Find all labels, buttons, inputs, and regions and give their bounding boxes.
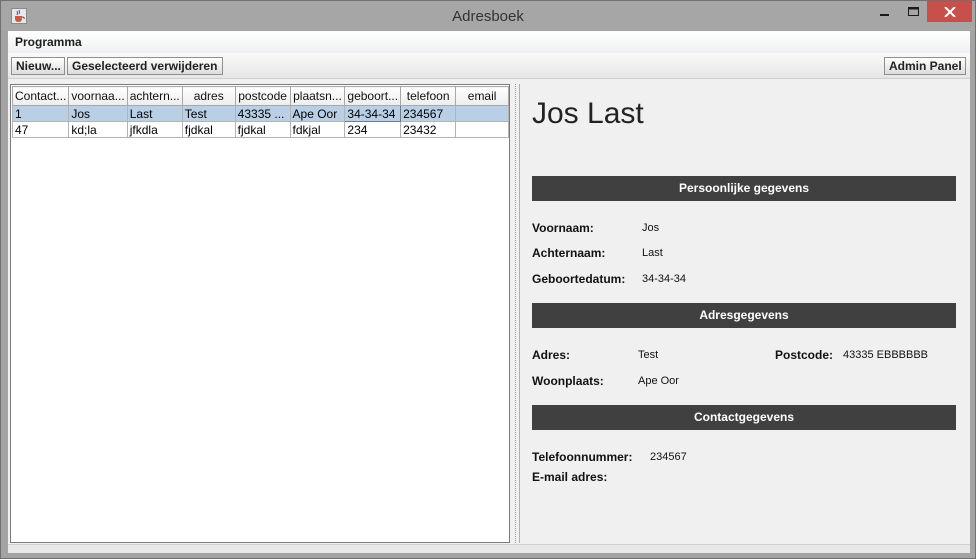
- table-cell[interactable]: jfkdla: [126, 121, 183, 138]
- table-cell[interactable]: 1: [11, 105, 70, 122]
- minimize-button[interactable]: [871, 1, 899, 22]
- phone-label: Telefoonnummer:: [532, 450, 633, 464]
- table-cell[interactable]: 23432: [400, 121, 457, 138]
- table-cell[interactable]: fjdkal: [234, 121, 291, 138]
- contacts-table[interactable]: Contact... voornaa... achtern... adres p…: [11, 86, 509, 138]
- app-window: Adresboek Programma Nieuw... Geselecteer…: [0, 0, 976, 559]
- bottom-scroll-track[interactable]: [8, 544, 970, 553]
- email-label: E-mail adres:: [532, 470, 608, 484]
- table-cell[interactable]: Jos: [68, 105, 128, 122]
- minimize-icon: [880, 13, 889, 16]
- table-cell[interactable]: 34-34-34: [344, 105, 402, 122]
- table-cell[interactable]: 234567: [400, 105, 457, 122]
- table-row[interactable]: 47 kd;la jfkdla fjdkal fjdkal fdkjal 234…: [11, 121, 509, 138]
- last-name-label: Achternaam:: [532, 246, 606, 260]
- table-cell[interactable]: 234: [344, 121, 402, 138]
- city-value: Ape Oor: [638, 375, 679, 387]
- section-header-personal: Persoonlijke gegevens: [532, 176, 956, 201]
- last-name-value: Last: [642, 247, 663, 259]
- table-cell[interactable]: Test: [181, 105, 236, 122]
- table-cell[interactable]: kd;la: [68, 121, 128, 138]
- window-title: Adresboek: [452, 8, 524, 25]
- table-cell[interactable]: Ape Oor: [289, 105, 346, 122]
- title-bar[interactable]: Adresboek: [1, 1, 975, 31]
- client-area: Programma Nieuw... Geselecteerd verwijde…: [8, 31, 970, 553]
- column-header-telefoon[interactable]: telefoon: [400, 86, 457, 106]
- first-name-label: Voornaam:: [532, 221, 594, 235]
- table-cell[interactable]: Last: [126, 105, 183, 122]
- contact-detail-panel: Jos Last Persoonlijke gegevens Voornaam:…: [519, 84, 969, 543]
- section-header-address: Adresgegevens: [532, 303, 956, 328]
- close-icon: [943, 6, 956, 17]
- column-header-plaatsnaam[interactable]: plaatsn...: [289, 86, 346, 106]
- menu-bar: Programma: [8, 31, 970, 53]
- toolbar: Nieuw... Geselecteerd verwijderen Admin …: [8, 53, 970, 79]
- table-cell[interactable]: fdkjal: [289, 121, 346, 138]
- delete-selected-button[interactable]: Geselecteerd verwijderen: [67, 57, 223, 75]
- contacts-table-panel[interactable]: Contact... voornaa... achtern... adres p…: [10, 84, 510, 543]
- maximize-button[interactable]: [899, 1, 927, 22]
- column-header-achternaam[interactable]: achtern...: [126, 86, 183, 106]
- table-cell[interactable]: [455, 105, 509, 122]
- birthdate-value: 34-34-34: [642, 273, 687, 285]
- first-name-value: Jos: [642, 222, 660, 234]
- postcode-label: Postcode:: [775, 348, 834, 362]
- column-header-adres[interactable]: adres: [181, 86, 236, 106]
- menu-programma[interactable]: Programma: [15, 35, 82, 49]
- table-cell[interactable]: fjdkal: [181, 121, 236, 138]
- contact-name-heading: Jos Last: [532, 97, 644, 130]
- table-row[interactable]: 1 Jos Last Test 43335 ... Ape Oor 34-34-…: [11, 105, 509, 122]
- maximize-icon: [907, 6, 919, 16]
- admin-panel-button[interactable]: Admin Panel: [884, 57, 966, 75]
- table-cell[interactable]: 47: [11, 121, 70, 138]
- postcode-value: 43335 EBBBBBB: [843, 349, 929, 361]
- street-value: Test: [638, 349, 659, 361]
- section-header-contact: Contactgegevens: [532, 405, 956, 430]
- column-header-postcode[interactable]: postcode: [234, 86, 291, 106]
- city-label: Woonplaats:: [532, 374, 604, 388]
- table-header: Contact... voornaa... achtern... adres p…: [11, 86, 509, 106]
- column-header-voornaam[interactable]: voornaa...: [68, 86, 128, 106]
- table-cell[interactable]: [455, 121, 509, 138]
- column-header-email[interactable]: email: [455, 86, 509, 106]
- birthdate-label: Geboortedatum:: [532, 272, 626, 286]
- street-label: Adres:: [532, 348, 571, 362]
- new-button[interactable]: Nieuw...: [11, 57, 65, 75]
- phone-value: 234567: [650, 451, 687, 463]
- column-header-geboortedatum[interactable]: geboort...: [344, 86, 402, 106]
- table-cell[interactable]: 43335 ...: [234, 105, 291, 122]
- close-button[interactable]: [927, 1, 972, 22]
- column-header-contact[interactable]: Contact...: [11, 86, 70, 106]
